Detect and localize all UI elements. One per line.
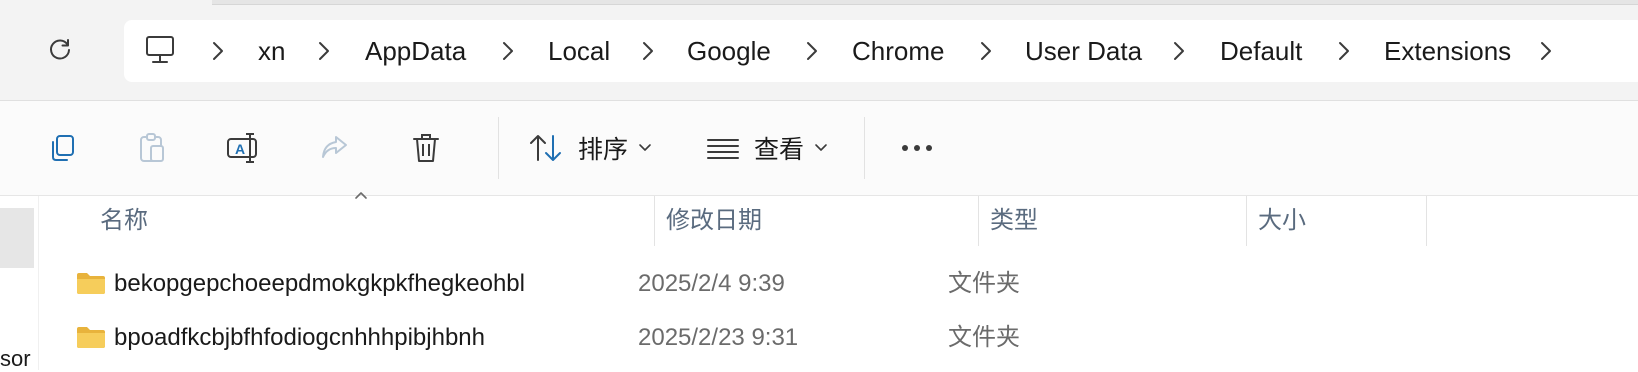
- rename-button[interactable]: A: [222, 125, 266, 171]
- table-row[interactable]: bekopgepchoeepdmokgkpkfhegkeohbl 2025/2/…: [38, 257, 1638, 311]
- sort-label: 排序: [578, 136, 629, 164]
- sort-button[interactable]: 排序: [528, 125, 652, 171]
- share-icon: [322, 136, 347, 158]
- copy-button[interactable]: [42, 125, 82, 171]
- nav-selected-item[interactable]: [0, 208, 34, 268]
- view-label: 查看: [754, 136, 805, 164]
- refresh-icon: [50, 39, 70, 60]
- share-button[interactable]: [314, 125, 354, 171]
- delete-button[interactable]: [406, 125, 446, 171]
- breadcrumb[interactable]: xn AppData Local Google Chrome User Data…: [124, 20, 1638, 82]
- paste-button[interactable]: [132, 125, 172, 171]
- chevron-right-icon[interactable]: [1536, 40, 1556, 62]
- chevron-right-icon[interactable]: [638, 40, 658, 62]
- column-header-type[interactable]: 类型: [990, 196, 1038, 246]
- breadcrumb-item-user-data[interactable]: User Data: [1025, 20, 1142, 82]
- copy-icon: [52, 135, 74, 161]
- tab-strip-edge: [212, 0, 1638, 5]
- command-bar: A 排序 查看: [0, 101, 1638, 196]
- column-header-row: 名称 修改日期 类型 大小: [38, 192, 1638, 246]
- nav-item-label[interactable]: sor: [0, 346, 31, 372]
- breadcrumb-item-appdata[interactable]: AppData: [365, 20, 466, 82]
- column-header-modified[interactable]: 修改日期: [666, 196, 762, 246]
- view-button[interactable]: 查看: [706, 125, 828, 171]
- paste-icon: [140, 133, 164, 162]
- column-divider[interactable]: [654, 196, 655, 246]
- more-options-button[interactable]: [894, 125, 940, 171]
- toolbar-divider: [498, 117, 499, 179]
- file-name[interactable]: bekopgepchoeepdmokgkpkfhegkeohbl: [114, 257, 525, 311]
- column-divider[interactable]: [978, 196, 979, 246]
- toolbar-divider: [864, 117, 865, 179]
- file-type: 文件夹: [948, 324, 1020, 351]
- folder-icon: [77, 273, 105, 294]
- column-header-size[interactable]: 大小: [1258, 196, 1306, 246]
- chevron-down-icon: [639, 144, 651, 151]
- chevron-right-icon[interactable]: [802, 40, 822, 62]
- svg-text:A: A: [235, 141, 245, 157]
- breadcrumb-item-default[interactable]: Default: [1220, 20, 1302, 82]
- column-divider[interactable]: [1246, 196, 1247, 246]
- breadcrumb-item-google[interactable]: Google: [687, 20, 771, 82]
- chevron-down-icon: [815, 144, 827, 151]
- sort-ascending-icon: [355, 192, 367, 199]
- delete-icon: [413, 134, 439, 162]
- chevron-right-icon[interactable]: [976, 40, 996, 62]
- breadcrumb-item-extensions[interactable]: Extensions: [1384, 20, 1511, 82]
- file-name[interactable]: bpoadfkcbjbfhfodiogcnhhhpibjhbnh: [114, 311, 485, 365]
- file-modified: 2025/2/4 9:39: [638, 270, 785, 297]
- breadcrumb-item-chrome[interactable]: Chrome: [852, 20, 944, 82]
- address-bar: xn AppData Local Google Chrome User Data…: [0, 0, 1638, 101]
- folder-icon: [77, 327, 105, 348]
- column-header-name[interactable]: 名称: [100, 196, 148, 246]
- breadcrumb-item-local[interactable]: Local: [548, 20, 610, 82]
- navigation-pane[interactable]: sor: [0, 196, 39, 372]
- computer-icon[interactable]: [144, 34, 176, 66]
- breadcrumb-item-xn[interactable]: xn: [258, 20, 285, 82]
- more-icon: [902, 145, 932, 151]
- file-modified: 2025/2/23 9:31: [638, 324, 799, 351]
- chevron-right-icon[interactable]: [208, 40, 228, 62]
- rename-icon: A: [227, 133, 257, 163]
- column-divider[interactable]: [1426, 196, 1427, 246]
- chevron-right-icon[interactable]: [1169, 40, 1189, 62]
- chevron-right-icon[interactable]: [314, 40, 334, 62]
- sort-icon: [530, 135, 561, 161]
- file-type: 文件夹: [948, 270, 1020, 297]
- chevron-right-icon[interactable]: [1334, 40, 1354, 62]
- refresh-button[interactable]: [44, 34, 76, 66]
- table-row[interactable]: bpoadfkcbjbfhfodiogcnhhhpibjhbnh 2025/2/…: [38, 311, 1638, 365]
- view-icon: [707, 139, 739, 159]
- chevron-right-icon[interactable]: [498, 40, 518, 62]
